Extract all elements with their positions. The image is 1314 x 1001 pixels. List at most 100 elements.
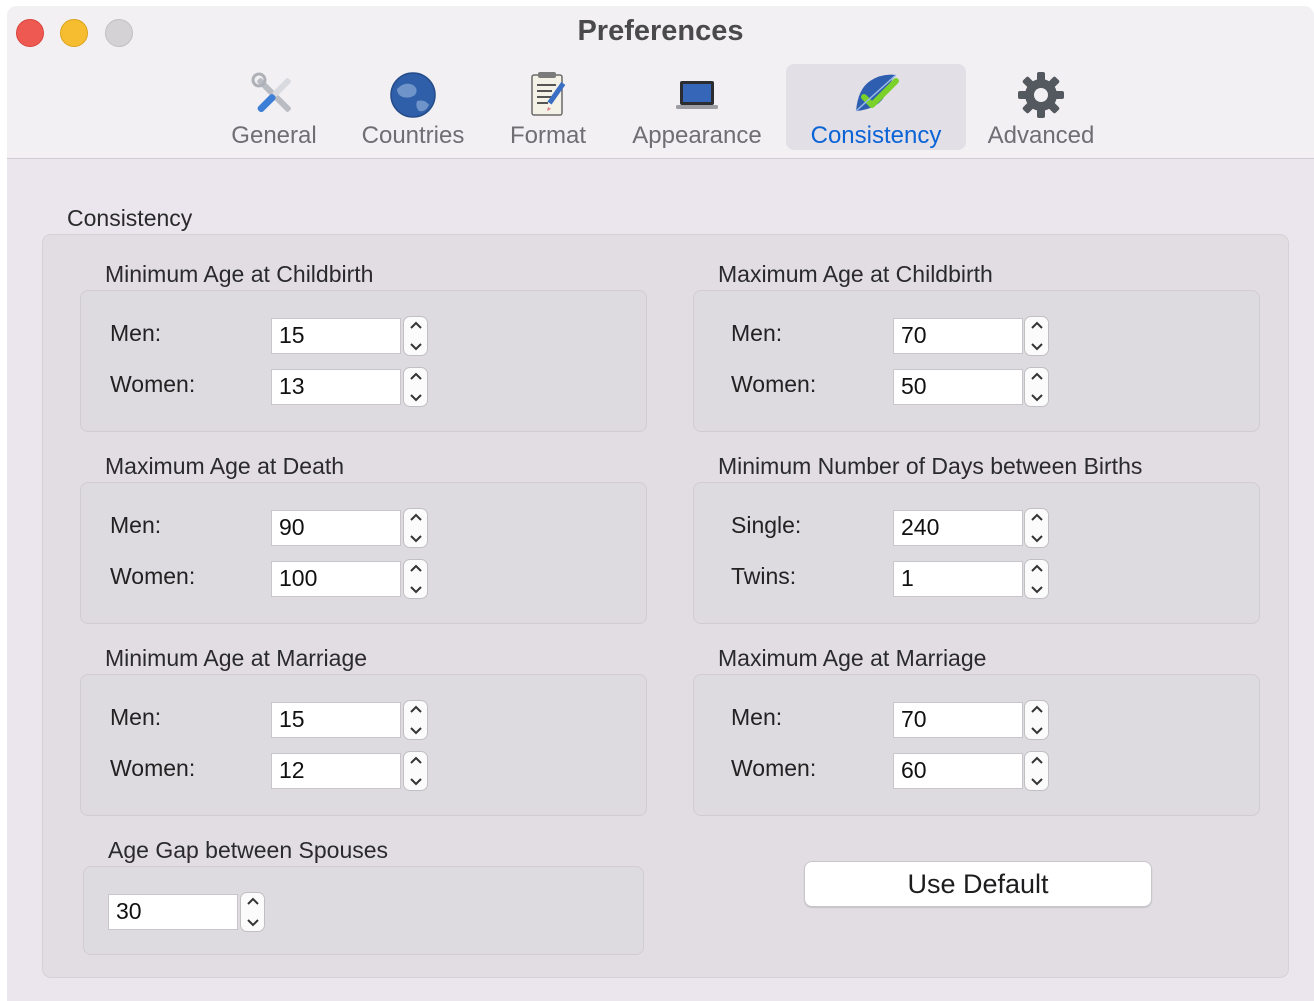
preferences-window: Preferences General Countries Format App… (7, 6, 1314, 1001)
max-childbirth-men-input[interactable]: 70 (893, 318, 1023, 354)
min-marriage-group (80, 674, 647, 816)
tab-label: Appearance (632, 122, 762, 149)
chevron-up-icon (1030, 513, 1043, 521)
min-childbirth-men-stepper[interactable] (403, 316, 428, 356)
chevron-up-icon (409, 564, 422, 572)
max-death-women-stepper[interactable] (403, 559, 428, 599)
laptop-icon (673, 70, 721, 120)
field-label: Men: (110, 512, 162, 538)
max-death-women-input[interactable]: 100 (271, 561, 401, 597)
chevron-up-icon (409, 705, 422, 713)
tab-label: Consistency (810, 122, 942, 149)
globe-icon (389, 70, 437, 120)
max-death-men-stepper[interactable] (403, 508, 428, 548)
chevron-up-icon (409, 756, 422, 764)
min-days-single-input[interactable]: 240 (893, 510, 1023, 546)
max-marriage-women-stepper[interactable] (1024, 751, 1049, 791)
max-marriage-men-stepper[interactable] (1024, 700, 1049, 740)
chevron-up-icon (409, 513, 422, 521)
group-title: Minimum Age at Marriage (105, 645, 368, 671)
tab-advanced[interactable]: Advanced (979, 64, 1103, 150)
chevron-down-icon (1030, 394, 1043, 402)
max-death-group (80, 482, 647, 624)
group-title: Age Gap between Spouses (108, 837, 389, 863)
max-marriage-women-input[interactable]: 60 (893, 753, 1023, 789)
chevron-down-icon (1030, 535, 1043, 543)
min-marriage-women-stepper[interactable] (403, 751, 428, 791)
min-days-twins-input[interactable]: 1 (893, 561, 1023, 597)
max-death-men-input[interactable]: 90 (271, 510, 401, 546)
min-days-twins-stepper[interactable] (1024, 559, 1049, 599)
chevron-up-icon (1030, 372, 1043, 380)
chevron-up-icon (1030, 564, 1043, 572)
tab-appearance[interactable]: Appearance (619, 64, 775, 150)
chevron-up-icon (409, 372, 422, 380)
max-childbirth-women-stepper[interactable] (1024, 367, 1049, 407)
min-marriage-women-input[interactable]: 12 (271, 753, 401, 789)
field-label: Women: (110, 755, 196, 781)
field-label: Men: (110, 704, 162, 730)
chevron-up-icon (1030, 705, 1043, 713)
checkmark-icon (850, 70, 902, 120)
min-childbirth-women-stepper[interactable] (403, 367, 428, 407)
chevron-up-icon (409, 321, 422, 329)
chevron-down-icon (409, 778, 422, 786)
field-label: Single: (731, 512, 802, 538)
window-title: Preferences (577, 15, 744, 47)
tab-consistency[interactable]: Consistency (786, 64, 966, 150)
max-childbirth-men-stepper[interactable] (1024, 316, 1049, 356)
tab-format[interactable]: Format (500, 64, 596, 150)
chevron-down-icon (1030, 778, 1043, 786)
tab-label: Advanced (987, 122, 1095, 149)
chevron-down-icon (409, 586, 422, 594)
tools-icon (250, 70, 298, 120)
section-title: Consistency (67, 205, 193, 231)
chevron-down-icon (409, 535, 422, 543)
gear-icon (1017, 70, 1065, 120)
use-default-button[interactable]: Use Default (804, 861, 1152, 907)
group-title: Maximum Age at Marriage (718, 645, 987, 671)
min-days-births-group (693, 482, 1260, 624)
min-marriage-men-input[interactable]: 15 (271, 702, 401, 738)
group-title: Minimum Number of Days between Births (718, 453, 1143, 479)
field-label: Men: (731, 320, 783, 346)
chevron-up-icon (246, 897, 259, 905)
max-childbirth-women-input[interactable]: 50 (893, 369, 1023, 405)
tab-label: Format (509, 122, 586, 149)
group-title: Maximum Age at Death (105, 453, 345, 479)
field-label: Women: (110, 371, 196, 397)
tab-general[interactable]: General (219, 64, 329, 150)
chevron-down-icon (1030, 727, 1043, 735)
min-childbirth-group (80, 290, 647, 432)
chevron-up-icon (1030, 321, 1043, 329)
max-marriage-men-input[interactable]: 70 (893, 702, 1023, 738)
group-title: Maximum Age at Childbirth (718, 261, 993, 287)
min-childbirth-men-input[interactable]: 15 (271, 318, 401, 354)
age-gap-input[interactable]: 30 (108, 894, 238, 930)
group-title: Minimum Age at Childbirth (105, 261, 374, 287)
max-marriage-group (693, 674, 1260, 816)
min-marriage-men-stepper[interactable] (403, 700, 428, 740)
field-label: Women: (731, 755, 817, 781)
tab-countries[interactable]: Countries (349, 64, 477, 150)
chevron-down-icon (1030, 586, 1043, 594)
chevron-down-icon (409, 727, 422, 735)
chevron-down-icon (409, 343, 422, 351)
chevron-down-icon (1030, 343, 1043, 351)
field-label: Men: (110, 320, 162, 346)
field-label: Men: (731, 704, 783, 730)
chevron-down-icon (246, 919, 259, 927)
toolbar: Preferences General Countries Format App… (7, 6, 1314, 159)
tab-label: Countries (361, 122, 465, 149)
min-childbirth-women-input[interactable]: 13 (271, 369, 401, 405)
format-icon (524, 70, 572, 120)
chevron-down-icon (409, 394, 422, 402)
field-label: Twins: (731, 563, 797, 589)
max-childbirth-group (693, 290, 1260, 432)
field-label: Women: (110, 563, 196, 589)
age-gap-stepper[interactable] (240, 892, 265, 932)
min-days-single-stepper[interactable] (1024, 508, 1049, 548)
chevron-up-icon (1030, 756, 1043, 764)
field-label: Women: (731, 371, 817, 397)
tab-label: General (231, 122, 317, 149)
